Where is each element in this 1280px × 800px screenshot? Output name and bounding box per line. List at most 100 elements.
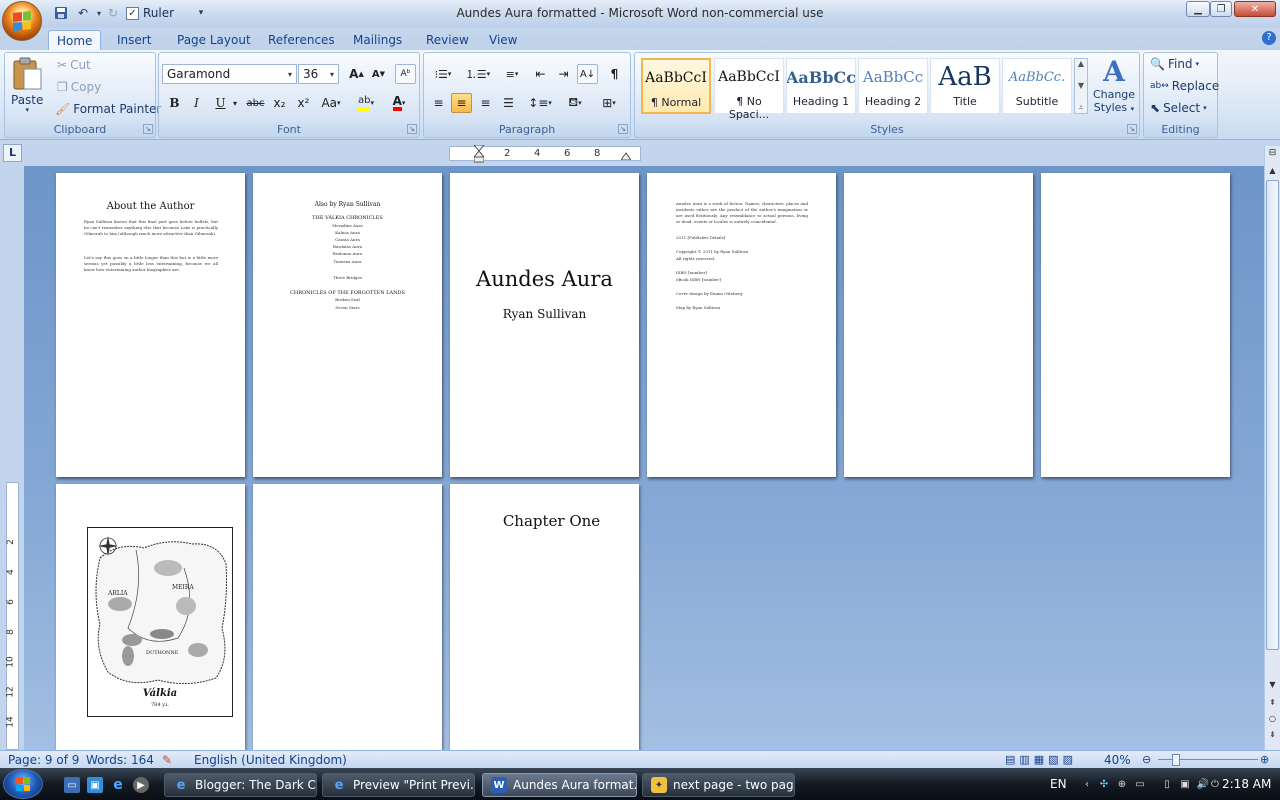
tray-power-icon[interactable]: ⏻: [1208, 777, 1222, 791]
style-heading-1[interactable]: AaBbCc Heading 1: [786, 58, 856, 114]
line-spacing-icon[interactable]: ↕≡ ▾: [526, 93, 554, 113]
taskbar-item-next-page[interactable]: ✦ next page - two pag...: [642, 773, 795, 797]
cut-button[interactable]: ✂ Cut: [57, 58, 91, 72]
zoom-out-icon[interactable]: ⊖: [1142, 753, 1151, 766]
tab-selector[interactable]: L: [3, 144, 22, 162]
align-right-icon[interactable]: ≡: [475, 93, 496, 113]
increase-indent-icon[interactable]: ⇥: [553, 64, 574, 84]
find-button[interactable]: 🔍 Find ▾: [1150, 57, 1199, 71]
tray-device-icon[interactable]: ▯: [1160, 777, 1174, 791]
clipboard-launcher-icon[interactable]: ↘: [143, 124, 153, 134]
copy-button[interactable]: ❐ Copy: [57, 80, 101, 94]
font-color-button[interactable]: A ▾: [385, 93, 413, 113]
proofing-icon[interactable]: ✎: [162, 753, 172, 767]
taskbar-item-word[interactable]: W Aundes Aura format...: [482, 773, 637, 797]
page-blank-8[interactable]: [253, 484, 442, 750]
previous-page-icon[interactable]: ⇞: [1266, 698, 1279, 710]
tab-page-layout[interactable]: Page Layout: [169, 30, 259, 50]
taskbar-item-preview[interactable]: e Preview "Print Previ...: [322, 773, 475, 797]
page-about-author[interactable]: About the Author Ryan Sullivan knows tha…: [56, 173, 245, 477]
gallery-more-icon[interactable]: ⩡: [1079, 103, 1084, 113]
italic-button[interactable]: I: [186, 93, 207, 113]
style-title[interactable]: AaB Title: [930, 58, 1000, 114]
tab-mailings[interactable]: Mailings: [345, 30, 410, 50]
justify-icon[interactable]: ☰: [498, 93, 519, 113]
language[interactable]: English (United Kingdom): [194, 753, 347, 767]
tray-app-icon[interactable]: ⊕: [1115, 777, 1129, 791]
font-size-dropdown-icon[interactable]: ▾: [326, 65, 338, 83]
show-desktop-icon[interactable]: ▭: [64, 777, 80, 793]
tray-connection-icon[interactable]: ▣: [1178, 777, 1192, 791]
vertical-scrollbar[interactable]: ⊟ ▲ ▼ ⇞ ○ ⇟: [1264, 146, 1280, 750]
close-button[interactable]: ✕: [1234, 1, 1276, 17]
tab-references[interactable]: References: [260, 30, 343, 50]
start-button[interactable]: [3, 769, 43, 799]
style-heading-2[interactable]: AaBbCc Heading 2: [858, 58, 928, 114]
zoom-in-icon[interactable]: ⊕: [1260, 753, 1269, 766]
office-button[interactable]: [2, 1, 42, 41]
grow-font-button[interactable]: A ▲: [346, 64, 367, 84]
numbering-icon[interactable]: ⒈☰ ▾: [463, 64, 493, 84]
paste-button[interactable]: Paste ▾: [11, 57, 43, 114]
vertical-ruler[interactable]: 2 4 6 8 10 12 14: [6, 482, 19, 750]
browse-object-icon[interactable]: ○: [1266, 714, 1279, 726]
bold-button[interactable]: B: [164, 93, 185, 113]
next-page-icon[interactable]: ⇟: [1266, 730, 1279, 742]
underline-button[interactable]: U: [210, 93, 231, 113]
page-also-by[interactable]: Also by Ryan Sullivan THE VÁLKIA CHRONIC…: [253, 173, 442, 477]
scroll-up-icon[interactable]: ▲: [1266, 166, 1279, 178]
gallery-down-icon[interactable]: ▼: [1078, 81, 1084, 90]
tab-review[interactable]: Review: [418, 30, 477, 50]
align-left-icon[interactable]: ≡: [428, 93, 449, 113]
subscript-button[interactable]: x₂: [269, 93, 290, 113]
page-blank-5[interactable]: [844, 173, 1033, 477]
styles-launcher-icon[interactable]: ↘: [1127, 124, 1137, 134]
page-copyright[interactable]: Aundes Aura is a work of fiction. Names,…: [647, 173, 836, 477]
page-blank-6[interactable]: [1041, 173, 1230, 477]
right-indent-marker-icon[interactable]: [620, 150, 632, 161]
multilevel-list-icon[interactable]: ≡ ▾: [497, 64, 527, 84]
language-indicator[interactable]: EN: [1050, 777, 1067, 791]
view-buttons[interactable]: ▤▥▦▧▨: [1005, 753, 1077, 766]
align-center-icon[interactable]: ≡: [451, 93, 472, 113]
tab-insert[interactable]: Insert: [109, 30, 159, 50]
select-button[interactable]: ⬉ Select ▾: [1150, 101, 1207, 115]
zoom-level[interactable]: 40%: [1104, 753, 1131, 767]
style-normal[interactable]: AaBbCcI ¶ Normal: [641, 58, 711, 114]
font-launcher-icon[interactable]: ↘: [407, 124, 417, 134]
tab-home[interactable]: Home: [48, 30, 102, 50]
show-formatting-icon[interactable]: ¶: [604, 64, 625, 84]
maximize-button[interactable]: ❐: [1210, 1, 1232, 17]
zoom-slider-thumb[interactable]: [1172, 754, 1180, 766]
style-no-spacing[interactable]: AaBbCcI ¶ No Spaci...: [714, 58, 784, 121]
paragraph-launcher-icon[interactable]: ↘: [618, 124, 628, 134]
page-title[interactable]: Aundes Aura Ryan Sullivan: [450, 173, 639, 477]
font-name-box[interactable]: Garamond ▾: [162, 64, 297, 84]
horizontal-ruler[interactable]: 2 4 6 8: [449, 144, 641, 163]
sort-icon[interactable]: A↓: [577, 64, 598, 84]
format-painter-button[interactable]: 🖌 Format Painter: [55, 102, 161, 116]
styles-gallery-scroll[interactable]: ▲ ▼ ⩡: [1074, 58, 1088, 114]
clear-formatting-icon[interactable]: Aᵇ: [395, 64, 416, 84]
highlight-button[interactable]: ab ▾: [352, 93, 380, 113]
scroll-down-icon[interactable]: ▼: [1266, 680, 1279, 692]
underline-dropdown-icon[interactable]: ▾: [230, 93, 240, 113]
help-icon[interactable]: ?: [1262, 31, 1276, 45]
font-name-dropdown-icon[interactable]: ▾: [284, 65, 296, 83]
bullets-icon[interactable]: ⁝☰ ▾: [428, 64, 458, 84]
page-count[interactable]: Page: 9 of 9: [8, 753, 79, 767]
clock[interactable]: 2:18 AM: [1222, 777, 1271, 791]
strikethrough-button[interactable]: abc: [245, 93, 266, 113]
indent-marker-icon[interactable]: [472, 144, 486, 163]
media-player-icon[interactable]: ▶: [133, 777, 149, 793]
scrollbar-thumb[interactable]: [1266, 180, 1279, 650]
tab-view[interactable]: View: [481, 30, 525, 50]
view-ruler-icon[interactable]: ⊟: [1266, 148, 1279, 162]
decrease-indent-icon[interactable]: ⇤: [530, 64, 551, 84]
borders-icon[interactable]: ⊞ ▾: [594, 93, 624, 113]
page-chapter-one[interactable]: Chapter One: [450, 484, 639, 750]
tray-expand-icon[interactable]: ‹: [1080, 777, 1094, 791]
word-count[interactable]: Words: 164: [86, 753, 154, 767]
gallery-up-icon[interactable]: ▲: [1078, 59, 1084, 68]
font-size-box[interactable]: 36 ▾: [298, 64, 339, 84]
